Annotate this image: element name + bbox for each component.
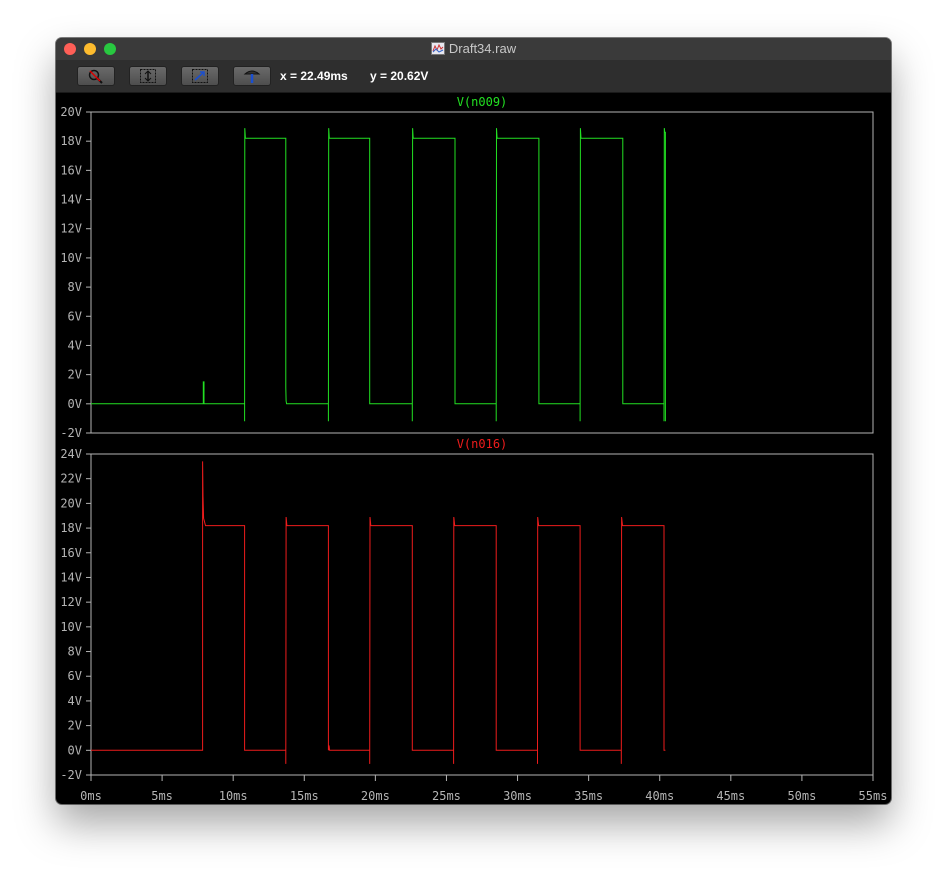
y-tick-label: 16V (60, 163, 82, 177)
y-tick-label: 18V (60, 521, 82, 535)
x-tick-label: 15ms (290, 789, 319, 803)
autorange-icon (140, 69, 156, 83)
x-tick-label: 45ms (716, 789, 745, 803)
y-tick-label: 2V (68, 719, 82, 733)
y-tick-label: 12V (60, 222, 82, 236)
zoom-cancel-icon (88, 69, 103, 84)
zoom-cancel-button[interactable] (77, 66, 115, 86)
cursor-x-readout: x = 22.49ms (280, 69, 348, 83)
waveform-viewer-window: Draft34.raw x = 22.49ms y = 20.62V V(n00… (56, 38, 891, 804)
y-tick-label: 24V (60, 447, 82, 461)
x-tick-label: 50ms (787, 789, 816, 803)
y-tick-label: 0V (68, 397, 82, 411)
y-tick-label: 22V (60, 472, 82, 486)
x-tick-label: 20ms (361, 789, 390, 803)
plot-title-2: V(n016) (457, 437, 508, 451)
x-tick-label: 30ms (503, 789, 532, 803)
probe-button[interactable] (233, 66, 271, 86)
y-tick-label: 14V (60, 570, 82, 584)
y-tick-label: 6V (68, 309, 82, 323)
plot-frame-1 (90, 111, 874, 434)
waveform-plots[interactable]: V(n009) -2V 0V 2V 4V 6V 8V 10V 12V 14V 16V 18V 20V V(… (56, 93, 891, 804)
y-tick-label: 0V (68, 743, 82, 757)
toolbar: x = 22.49ms y = 20.62V (56, 60, 891, 93)
y-tick-label: 20V (60, 105, 82, 119)
window-title: Draft34.raw (448, 41, 517, 56)
y-tick-label: 4V (68, 338, 82, 352)
x-tick-label: 35ms (574, 789, 603, 803)
y-tick-label: 8V (68, 645, 82, 659)
y-tick-label: 14V (60, 193, 82, 207)
y-tick-label: 8V (68, 280, 82, 294)
y-tick-label: 10V (60, 620, 82, 634)
pan-button[interactable] (181, 66, 219, 86)
y-tick-label: -2V (60, 768, 82, 782)
x-tick-label: 55ms (859, 789, 888, 803)
probe-icon (243, 70, 261, 83)
x-tick-label: 25ms (432, 789, 461, 803)
y-tick-label: 2V (68, 368, 82, 382)
x-tick-label: 10ms (219, 789, 248, 803)
y-tick-label: 18V (60, 134, 82, 148)
cursor-y-readout: y = 20.62V (370, 69, 429, 83)
plot-title-1: V(n009) (457, 95, 508, 109)
raw-file-icon (430, 42, 445, 55)
title-bar[interactable]: Draft34.raw (56, 38, 891, 61)
series-line-vn009 (91, 128, 666, 422)
x-tick-label: 40ms (645, 789, 674, 803)
x-tick-label: 0ms (80, 789, 102, 803)
y-tick-label: 16V (60, 546, 82, 560)
y-tick-label: 6V (68, 669, 82, 683)
autorange-button[interactable] (129, 66, 167, 86)
plot-frame-2 (90, 453, 874, 776)
y-tick-label: 10V (60, 251, 82, 265)
pan-icon (192, 69, 208, 83)
y-tick-label: 12V (60, 595, 82, 609)
y-tick-label: 4V (68, 694, 82, 708)
series-line-vn016 (91, 461, 666, 764)
plot-area[interactable]: V(n009) -2V 0V 2V 4V 6V 8V 10V 12V 14V 16V 18V 20V V(… (56, 93, 891, 804)
y-tick-label: -2V (60, 426, 82, 440)
x-tick-label: 5ms (151, 789, 173, 803)
y-tick-label: 20V (60, 496, 82, 510)
